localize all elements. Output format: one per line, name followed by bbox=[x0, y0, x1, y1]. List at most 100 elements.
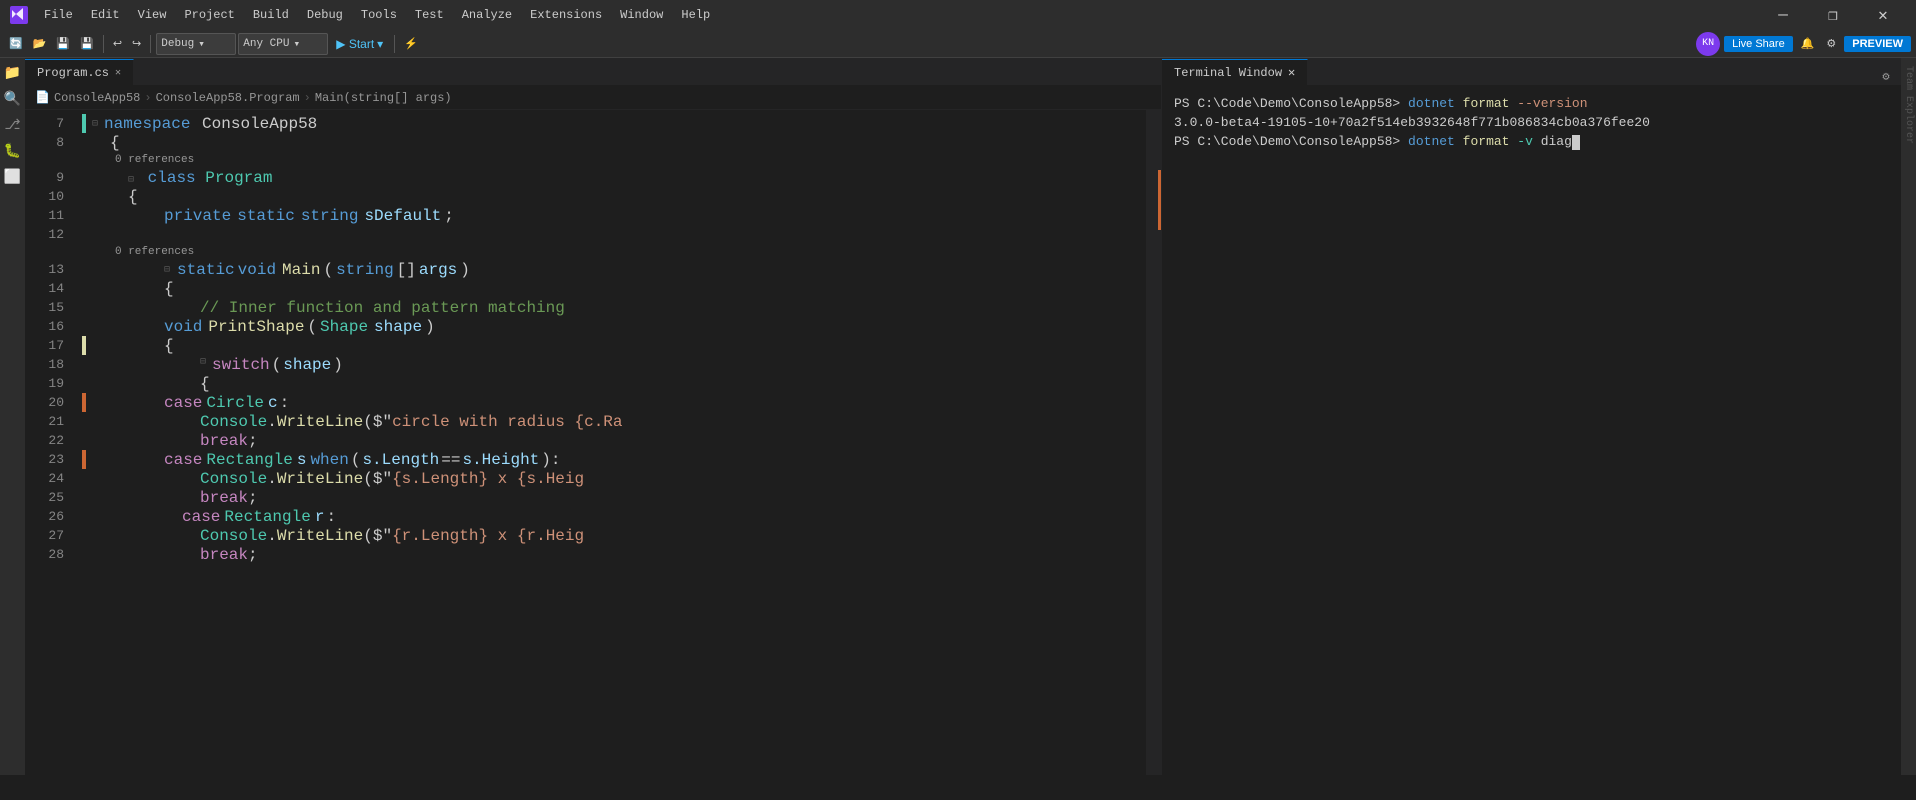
terminal-line-2: 3.0.0-beta4-19105-10+70a2f514eb3932648f7… bbox=[1174, 113, 1889, 132]
search-icon[interactable]: 🔍 bbox=[2, 88, 24, 110]
tab-close-button[interactable]: ✕ bbox=[115, 67, 121, 79]
menu-file[interactable]: File bbox=[36, 6, 81, 24]
user-avatar: KN bbox=[1696, 32, 1720, 56]
vs-logo-icon bbox=[10, 6, 28, 24]
tab-program-cs[interactable]: Program.cs ✕ bbox=[25, 59, 134, 85]
menu-edit[interactable]: Edit bbox=[83, 6, 128, 24]
redo-button[interactable]: ↪ bbox=[128, 33, 145, 55]
table-row: 8 { bbox=[25, 133, 1146, 152]
terminal-content[interactable]: PS C:\Code\Demo\ConsoleApp58> dotnet for… bbox=[1162, 86, 1901, 775]
table-row: 16 void PrintShape ( Shape shape ) bbox=[25, 317, 1146, 336]
table-row: 17 { bbox=[25, 336, 1146, 355]
terminal-settings-icon[interactable]: ⚙ bbox=[1877, 67, 1895, 85]
code-area: 7 ⊟ namespace ConsoleApp58 8 bbox=[25, 110, 1161, 775]
code-with-lines: 7 ⊟ namespace ConsoleApp58 8 bbox=[25, 110, 1161, 775]
start-button[interactable]: ▶ Start ▾ bbox=[330, 33, 389, 55]
save-button[interactable]: 💾 bbox=[52, 33, 74, 55]
terminal-tab-close[interactable]: ✕ bbox=[1288, 65, 1295, 80]
title-bar-actions: — ❐ ✕ bbox=[1760, 0, 1906, 30]
menu-view[interactable]: View bbox=[130, 6, 175, 24]
team-explorer-icon[interactable]: Team Explorer bbox=[1903, 58, 1914, 152]
git-icon[interactable]: ⎇ bbox=[2, 114, 24, 136]
menu-extensions[interactable]: Extensions bbox=[522, 6, 610, 24]
toolbar-right: KN Live Share 🔔 ⚙ PREVIEW bbox=[1696, 32, 1911, 56]
main-layout: 📁 🔍 ⎇ 🐛 ⬜ Program.cs ✕ 📄 ConsoleApp58 › … bbox=[0, 58, 1916, 775]
save-all-button[interactable]: 💾 bbox=[76, 33, 98, 55]
terminal-actions: ⚙ bbox=[1877, 67, 1901, 85]
editor-tab-bar: Program.cs ✕ bbox=[25, 58, 1161, 86]
breadcrumb-method[interactable]: Main(string[] args) bbox=[315, 91, 452, 105]
extensions-icon[interactable]: ⬜ bbox=[2, 166, 24, 188]
table-row: 11 private static string sDefault ; bbox=[25, 206, 1146, 225]
table-row: 21 Console . WriteLine ($" circle with r… bbox=[25, 412, 1146, 431]
menu-analyze[interactable]: Analyze bbox=[454, 6, 520, 24]
breadcrumb-class[interactable]: ConsoleApp58.Program bbox=[156, 91, 300, 105]
table-row: 26 case Rectangle r : bbox=[25, 507, 1146, 526]
breadcrumb-app[interactable]: 📄 ConsoleApp58 bbox=[35, 90, 140, 105]
minimap bbox=[1146, 110, 1161, 775]
breadcrumb: 📄 ConsoleApp58 › ConsoleApp58.Program › … bbox=[25, 86, 1161, 110]
menu-help[interactable]: Help bbox=[673, 6, 718, 24]
table-row: 23 case Rectangle s when ( s bbox=[25, 450, 1146, 469]
menu-tools[interactable]: Tools bbox=[353, 6, 405, 24]
explorer-icon[interactable]: 📁 bbox=[2, 62, 24, 84]
menu-debug[interactable]: Debug bbox=[299, 6, 351, 24]
terminal-panel: Terminal Window ✕ ⚙ PS C:\Code\Demo\Cons… bbox=[1161, 58, 1901, 775]
right-activity-bar: Team Explorer bbox=[1901, 58, 1916, 775]
table-row: 28 break ; bbox=[25, 545, 1146, 564]
menu-project[interactable]: Project bbox=[176, 6, 242, 24]
table-row: 25 break ; bbox=[25, 488, 1146, 507]
table-row: 24 Console . WriteLine ($" {s.Length} x … bbox=[25, 469, 1146, 488]
debug-config-dropdown[interactable]: Debug ▾ bbox=[156, 33, 236, 55]
menu-bar: File Edit View Project Build Debug Tools… bbox=[36, 6, 718, 24]
scrollbar-highlight bbox=[1158, 170, 1161, 210]
restore-button[interactable]: ❐ bbox=[1810, 0, 1856, 30]
table-row: 9 ⊟ class Program bbox=[25, 168, 1146, 187]
cpu-config-dropdown[interactable]: Any CPU ▾ bbox=[238, 33, 328, 55]
title-bar: File Edit View Project Build Debug Tools… bbox=[0, 0, 1916, 30]
table-row: 13 ⊟ static void Main ( string [] bbox=[25, 260, 1146, 279]
new-project-button[interactable]: 🔄 bbox=[5, 33, 27, 55]
toolbar: 🔄 📂 💾 💾 ↩ ↪ Debug ▾ Any CPU ▾ ▶ Start ▾ … bbox=[0, 30, 1916, 58]
ref-label-2: 0 references bbox=[25, 244, 1146, 260]
terminal-tab-bar: Terminal Window ✕ ⚙ bbox=[1162, 58, 1901, 86]
open-button[interactable]: 📂 bbox=[29, 33, 51, 55]
preview-button[interactable]: PREVIEW bbox=[1844, 36, 1911, 52]
table-row: 10 { bbox=[25, 187, 1146, 206]
terminal-cursor bbox=[1572, 135, 1580, 150]
terminal-tab-label: Terminal Window bbox=[1174, 66, 1282, 80]
performance-button[interactable]: ⚡ bbox=[400, 33, 422, 55]
undo-button[interactable]: ↩ bbox=[109, 33, 126, 55]
table-row: 15 // Inner function and pattern matchin… bbox=[25, 298, 1146, 317]
terminal-line-3: PS C:\Code\Demo\ConsoleApp58> dotnet for… bbox=[1174, 132, 1889, 151]
ref-label-1: 0 references bbox=[25, 152, 1146, 168]
table-row: 12 bbox=[25, 225, 1146, 244]
debug-icon[interactable]: 🐛 bbox=[2, 140, 24, 162]
toolbar-icon-1[interactable]: 🔔 bbox=[1797, 33, 1819, 55]
toolbar-sep-3 bbox=[394, 35, 395, 53]
editor-area: Program.cs ✕ 📄 ConsoleApp58 › ConsoleApp… bbox=[25, 58, 1161, 775]
menu-build[interactable]: Build bbox=[245, 6, 297, 24]
close-button[interactable]: ✕ bbox=[1860, 0, 1906, 30]
toolbar-sep-2 bbox=[150, 35, 151, 53]
table-row: 19 { bbox=[25, 374, 1146, 393]
table-row: 14 { bbox=[25, 279, 1146, 298]
table-row: 22 break ; bbox=[25, 431, 1146, 450]
toolbar-sep-1 bbox=[103, 35, 104, 53]
live-share-button[interactable]: Live Share bbox=[1724, 36, 1793, 52]
table-row: 27 Console . WriteLine ($" {r.Length} x … bbox=[25, 526, 1146, 545]
minimize-button[interactable]: — bbox=[1760, 0, 1806, 30]
activity-bar: 📁 🔍 ⎇ 🐛 ⬜ bbox=[0, 58, 25, 775]
tab-label: Program.cs bbox=[37, 66, 109, 80]
tab-terminal-window[interactable]: Terminal Window ✕ bbox=[1162, 59, 1308, 85]
toolbar-icon-2[interactable]: ⚙ bbox=[1822, 33, 1840, 55]
table-row: 7 ⊟ namespace ConsoleApp58 bbox=[25, 114, 1146, 133]
code-editor[interactable]: 7 ⊟ namespace ConsoleApp58 8 bbox=[25, 110, 1146, 775]
table-row: 20 case Circle c : bbox=[25, 393, 1146, 412]
terminal-line-1: PS C:\Code\Demo\ConsoleApp58> dotnet for… bbox=[1174, 94, 1889, 113]
table-row: 18 ⊟ switch ( shape ) bbox=[25, 355, 1146, 374]
menu-window[interactable]: Window bbox=[612, 6, 671, 24]
title-bar-left: File Edit View Project Build Debug Tools… bbox=[10, 6, 718, 24]
scrollbar-highlight-2 bbox=[1158, 210, 1161, 230]
menu-test[interactable]: Test bbox=[407, 6, 452, 24]
